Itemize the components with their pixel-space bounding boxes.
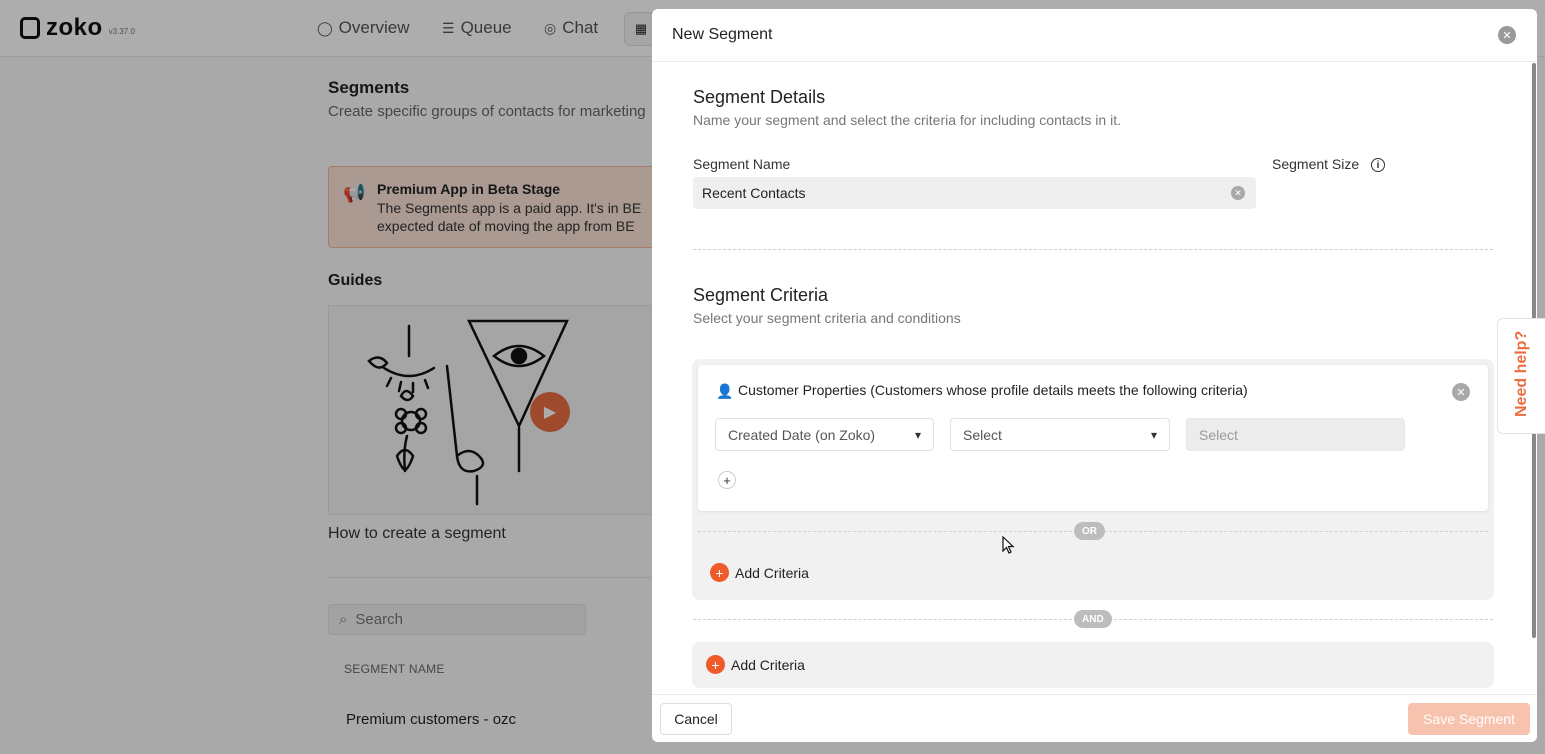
chevron-down-icon: ▾ [914,427,921,442]
need-help-tab[interactable]: Need help? [1497,318,1545,434]
operator-select-value: Select [963,426,1002,443]
add-criteria-and-button[interactable]: + Add Criteria [706,655,805,674]
new-segment-modal: New Segment ✕ Segment Details Name your … [652,9,1537,742]
segment-name-input[interactable]: Recent Contacts [693,177,1256,209]
clear-input-icon[interactable]: ✕ [1231,186,1245,200]
mouse-cursor-icon [1002,536,1015,554]
modal-header: New Segment ✕ [652,9,1537,62]
save-segment-button[interactable]: Save Segment [1408,703,1530,735]
segment-criteria-subtitle: Select your segment criteria and conditi… [693,310,961,326]
section-divider [693,249,1493,250]
segment-details-title: Segment Details [693,87,826,107]
info-icon[interactable]: i [1371,158,1386,173]
cancel-button[interactable]: Cancel [660,703,732,735]
modal-footer: Cancel Save Segment [652,694,1537,742]
segment-criteria-title: Segment Criteria [693,285,829,305]
remove-criteria-icon[interactable]: ✕ [1452,383,1470,401]
need-help-label: Need help? [1513,330,1530,417]
chevron-down-icon: ▾ [1150,427,1157,442]
segment-name-label: Segment Name [693,156,791,172]
operator-select[interactable]: Select ▾ [950,418,1170,451]
plus-icon: + [710,563,729,582]
or-pill: OR [1074,522,1105,540]
property-select-value: Created Date (on Zoko) [728,426,876,443]
property-select[interactable]: Created Date (on Zoko) ▾ [715,418,934,451]
segment-size-label-wrap: Segment Size i [1272,156,1386,173]
add-criteria-label: Add Criteria [735,564,809,581]
plus-icon: + [706,655,725,674]
value-select[interactable]: Select [1186,418,1405,451]
customer-properties-label: Customer Properties (Customers whose pro… [738,382,1248,398]
segment-details-subtitle: Name your segment and select the criteri… [693,112,1121,128]
add-criteria-or-button[interactable]: + Add Criteria [710,563,809,582]
criteria-group-2 [692,642,1494,688]
value-select-value: Select [1199,426,1238,443]
close-icon[interactable]: ✕ [1498,26,1516,44]
add-criteria-label-2: Add Criteria [731,656,805,673]
add-condition-icon[interactable]: + [718,471,736,489]
person-icon: 👤 [716,383,734,399]
and-pill: AND [1074,610,1112,628]
segment-size-label: Segment Size [1272,156,1360,172]
modal-title: New Segment [672,26,773,43]
customer-properties-card: 👤 Customer Properties (Customers whose p… [698,365,1488,511]
